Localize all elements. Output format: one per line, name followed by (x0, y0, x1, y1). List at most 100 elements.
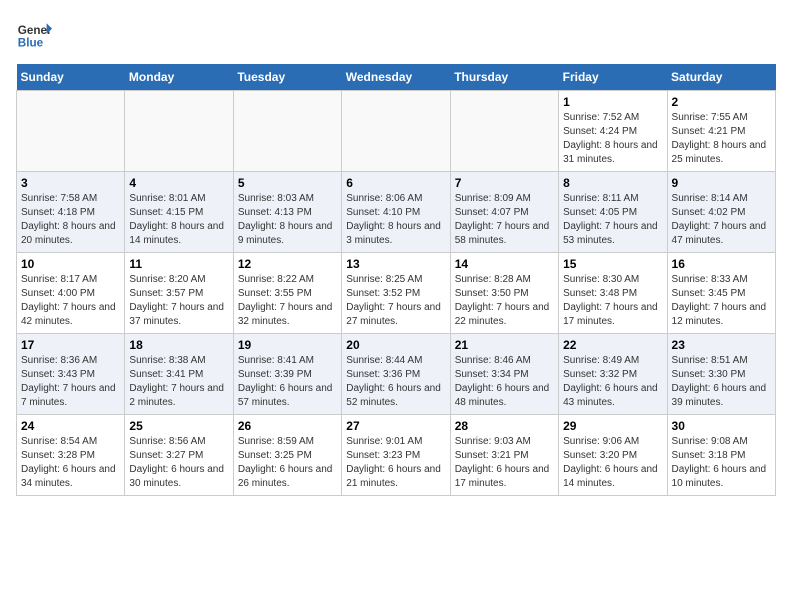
calendar-cell: 14 Sunrise: 8:28 AM Sunset: 3:50 PM Dayli… (450, 253, 558, 334)
day-info: Sunrise: 9:08 AM Sunset: 3:18 PM Dayligh… (672, 435, 771, 491)
header: General Blue (16, 16, 776, 52)
day-info: Sunrise: 8:41 AM Sunset: 3:39 PM Dayligh… (238, 354, 337, 410)
day-info: Sunrise: 8:36 AM Sunset: 3:43 PM Dayligh… (21, 354, 120, 410)
day-info: Sunrise: 7:55 AM Sunset: 4:21 PM Dayligh… (672, 111, 771, 167)
day-number: 1 (563, 95, 662, 109)
logo-icon: General Blue (16, 16, 52, 52)
calendar-cell: 9 Sunrise: 8:14 AM Sunset: 4:02 PM Daylig… (667, 172, 775, 253)
calendar-cell: 11 Sunrise: 8:20 AM Sunset: 3:57 PM Dayli… (125, 253, 233, 334)
day-number: 29 (563, 419, 662, 433)
day-number: 27 (346, 419, 445, 433)
calendar-cell (125, 91, 233, 172)
day-info: Sunrise: 8:09 AM Sunset: 4:07 PM Dayligh… (455, 192, 554, 248)
day-number: 13 (346, 257, 445, 271)
day-info: Sunrise: 8:49 AM Sunset: 3:32 PM Dayligh… (563, 354, 662, 410)
day-info: Sunrise: 8:14 AM Sunset: 4:02 PM Dayligh… (672, 192, 771, 248)
calendar-cell: 25 Sunrise: 8:56 AM Sunset: 3:27 PM Dayli… (125, 415, 233, 496)
day-info: Sunrise: 8:56 AM Sunset: 3:27 PM Dayligh… (129, 435, 228, 491)
day-info: Sunrise: 8:51 AM Sunset: 3:30 PM Dayligh… (672, 354, 771, 410)
calendar-cell: 1 Sunrise: 7:52 AM Sunset: 4:24 PM Daylig… (559, 91, 667, 172)
calendar-cell (342, 91, 450, 172)
day-header-thursday: Thursday (450, 64, 558, 91)
day-header-sunday: Sunday (17, 64, 125, 91)
calendar-cell: 30 Sunrise: 9:08 AM Sunset: 3:18 PM Dayli… (667, 415, 775, 496)
calendar-cell: 18 Sunrise: 8:38 AM Sunset: 3:41 PM Dayli… (125, 334, 233, 415)
calendar-cell: 15 Sunrise: 8:30 AM Sunset: 3:48 PM Dayli… (559, 253, 667, 334)
day-number: 14 (455, 257, 554, 271)
calendar-cell: 16 Sunrise: 8:33 AM Sunset: 3:45 PM Dayli… (667, 253, 775, 334)
calendar-cell: 26 Sunrise: 8:59 AM Sunset: 3:25 PM Dayli… (233, 415, 341, 496)
day-info: Sunrise: 8:33 AM Sunset: 3:45 PM Dayligh… (672, 273, 771, 329)
day-info: Sunrise: 8:59 AM Sunset: 3:25 PM Dayligh… (238, 435, 337, 491)
day-number: 30 (672, 419, 771, 433)
day-info: Sunrise: 8:30 AM Sunset: 3:48 PM Dayligh… (563, 273, 662, 329)
calendar-cell (233, 91, 341, 172)
day-number: 5 (238, 176, 337, 190)
day-number: 6 (346, 176, 445, 190)
calendar-cell: 3 Sunrise: 7:58 AM Sunset: 4:18 PM Daylig… (17, 172, 125, 253)
day-info: Sunrise: 7:52 AM Sunset: 4:24 PM Dayligh… (563, 111, 662, 167)
calendar-table: SundayMondayTuesdayWednesdayThursdayFrid… (16, 64, 776, 496)
day-info: Sunrise: 8:22 AM Sunset: 3:55 PM Dayligh… (238, 273, 337, 329)
day-number: 16 (672, 257, 771, 271)
day-number: 9 (672, 176, 771, 190)
day-info: Sunrise: 8:54 AM Sunset: 3:28 PM Dayligh… (21, 435, 120, 491)
day-header-wednesday: Wednesday (342, 64, 450, 91)
logo: General Blue (16, 16, 52, 52)
day-info: Sunrise: 8:46 AM Sunset: 3:34 PM Dayligh… (455, 354, 554, 410)
day-header-saturday: Saturday (667, 64, 775, 91)
calendar-cell: 8 Sunrise: 8:11 AM Sunset: 4:05 PM Daylig… (559, 172, 667, 253)
day-number: 23 (672, 338, 771, 352)
day-header-friday: Friday (559, 64, 667, 91)
day-number: 15 (563, 257, 662, 271)
day-info: Sunrise: 9:03 AM Sunset: 3:21 PM Dayligh… (455, 435, 554, 491)
day-info: Sunrise: 8:01 AM Sunset: 4:15 PM Dayligh… (129, 192, 228, 248)
day-number: 18 (129, 338, 228, 352)
day-info: Sunrise: 8:25 AM Sunset: 3:52 PM Dayligh… (346, 273, 445, 329)
calendar-cell: 12Sunrise: 8:22 AM Sunset: 3:55 PM Dayli… (233, 253, 341, 334)
day-info: Sunrise: 8:06 AM Sunset: 4:10 PM Dayligh… (346, 192, 445, 248)
calendar-cell: 27Sunrise: 9:01 AM Sunset: 3:23 PM Dayli… (342, 415, 450, 496)
day-info: Sunrise: 9:06 AM Sunset: 3:20 PM Dayligh… (563, 435, 662, 491)
calendar-cell: 13 Sunrise: 8:25 AM Sunset: 3:52 PM Dayli… (342, 253, 450, 334)
calendar-cell: 17 Sunrise: 8:36 AM Sunset: 3:43 PM Dayli… (17, 334, 125, 415)
day-number: 10 (21, 257, 120, 271)
day-number: 3 (21, 176, 120, 190)
day-info: Sunrise: 8:28 AM Sunset: 3:50 PM Dayligh… (455, 273, 554, 329)
day-number: 21 (455, 338, 554, 352)
day-number: 2 (672, 95, 771, 109)
day-number: 24 (21, 419, 120, 433)
day-number: 17 (21, 338, 120, 352)
calendar-cell: 24 Sunrise: 8:54 AM Sunset: 3:28 PM Dayli… (17, 415, 125, 496)
day-header-tuesday: Tuesday (233, 64, 341, 91)
calendar-cell: 21 Sunrise: 8:46 AM Sunset: 3:34 PM Dayli… (450, 334, 558, 415)
calendar-cell (17, 91, 125, 172)
day-number: 28 (455, 419, 554, 433)
calendar-cell (450, 91, 558, 172)
day-number: 26 (238, 419, 337, 433)
day-info: Sunrise: 7:58 AM Sunset: 4:18 PM Dayligh… (21, 192, 120, 248)
day-info: Sunrise: 8:03 AM Sunset: 4:13 PM Dayligh… (238, 192, 337, 248)
day-number: 4 (129, 176, 228, 190)
day-number: 7 (455, 176, 554, 190)
day-info: Sunrise: 8:17 AM Sunset: 4:00 PM Dayligh… (21, 273, 120, 329)
calendar-cell: 7 Sunrise: 8:09 AM Sunset: 4:07 PM Daylig… (450, 172, 558, 253)
calendar-cell: 28 Sunrise: 9:03 AM Sunset: 3:21 PM Dayli… (450, 415, 558, 496)
day-number: 8 (563, 176, 662, 190)
calendar-cell: 20Sunrise: 8:44 AM Sunset: 3:36 PM Dayli… (342, 334, 450, 415)
day-number: 11 (129, 257, 228, 271)
calendar-cell: 10 Sunrise: 8:17 AM Sunset: 4:00 PM Dayli… (17, 253, 125, 334)
svg-text:Blue: Blue (18, 37, 44, 50)
calendar-cell: 6 Sunrise: 8:06 AM Sunset: 4:10 PM Daylig… (342, 172, 450, 253)
day-info: Sunrise: 8:11 AM Sunset: 4:05 PM Dayligh… (563, 192, 662, 248)
day-info: Sunrise: 8:38 AM Sunset: 3:41 PM Dayligh… (129, 354, 228, 410)
day-number: 22 (563, 338, 662, 352)
calendar-cell: 4 Sunrise: 8:01 AM Sunset: 4:15 PM Daylig… (125, 172, 233, 253)
calendar-cell: 19 Sunrise: 8:41 AM Sunset: 3:39 PM Dayli… (233, 334, 341, 415)
calendar-cell: 22 Sunrise: 8:49 AM Sunset: 3:32 PM Dayli… (559, 334, 667, 415)
calendar-cell: 2 Sunrise: 7:55 AM Sunset: 4:21 PM Daylig… (667, 91, 775, 172)
calendar-cell: 5 Sunrise: 8:03 AM Sunset: 4:13 PM Daylig… (233, 172, 341, 253)
day-number: 19 (238, 338, 337, 352)
day-info: Sunrise: 8:20 AM Sunset: 3:57 PM Dayligh… (129, 273, 228, 329)
day-number: 25 (129, 419, 228, 433)
